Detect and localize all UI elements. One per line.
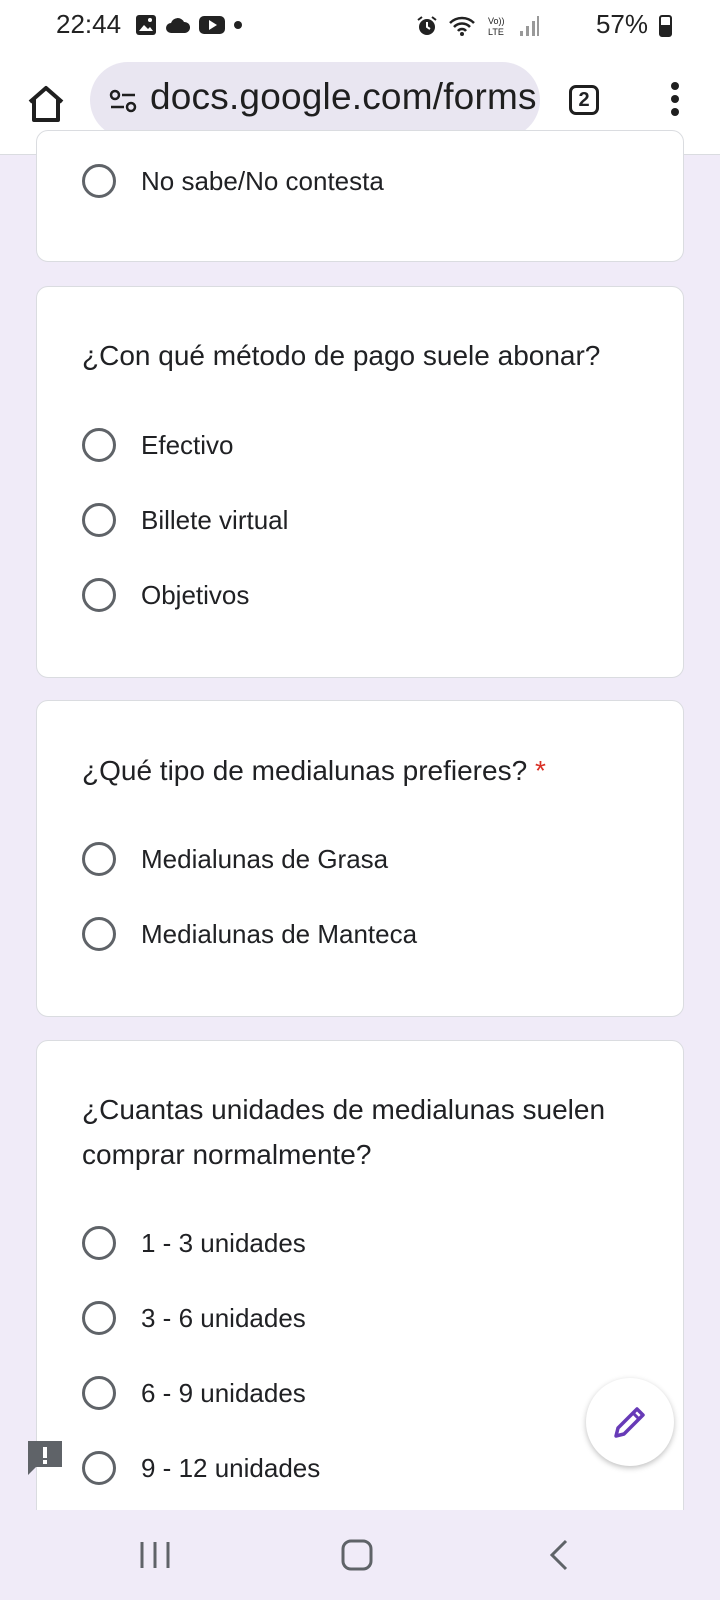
radio-button[interactable]: [82, 1301, 116, 1335]
system-icons: Vo)) LTE: [416, 14, 540, 38]
url-text[interactable]: docs.google.com/forms: [150, 76, 537, 118]
option-label: 1 - 3 unidades: [141, 1227, 306, 1258]
cloud-icon: [166, 18, 191, 33]
status-time: 22:44: [56, 9, 122, 39]
home-icon[interactable]: [22, 80, 70, 128]
pencil-icon: [614, 1407, 645, 1438]
youtube-icon: [199, 16, 225, 34]
required-mark: *: [534, 755, 546, 786]
radio-option[interactable]: Billete virtual: [82, 500, 288, 540]
question-card-payment: ¿Con qué método de pago suele abonar? Ef…: [36, 286, 684, 678]
option-label: Objetivos: [141, 579, 250, 610]
radio-button[interactable]: [82, 917, 116, 951]
option-label: Billete virtual: [141, 504, 289, 535]
site-settings-icon[interactable]: [108, 86, 138, 116]
recent-apps-icon[interactable]: [138, 1540, 172, 1570]
question-title: ¿Cuantas unidades de medialunas suelen c…: [82, 1094, 606, 1170]
wifi-icon: [449, 16, 475, 36]
question-title: ¿Con qué método de pago suele abonar?: [82, 340, 601, 371]
radio-button[interactable]: [82, 842, 116, 876]
url-bar[interactable]: docs.google.com/forms: [90, 62, 540, 138]
option-label: Efectivo: [141, 429, 234, 460]
radio-button[interactable]: [82, 428, 116, 462]
tab-switcher-button[interactable]: 2: [569, 85, 599, 115]
svg-text:LTE: LTE: [488, 27, 504, 37]
radio-button[interactable]: [82, 1226, 116, 1260]
radio-option[interactable]: Objetivos: [82, 575, 249, 615]
notification-icons: [135, 14, 243, 36]
more-menu-icon[interactable]: [660, 82, 690, 122]
radio-button[interactable]: [82, 1376, 116, 1410]
radio-option[interactable]: No sabe/No contesta: [82, 161, 384, 201]
radio-button[interactable]: [82, 1451, 116, 1485]
radio-option[interactable]: Medialunas de Manteca: [82, 914, 417, 954]
volte-icon: Vo))LTE: [488, 16, 505, 37]
radio-option[interactable]: 3 - 6 unidades: [82, 1298, 306, 1338]
radio-button[interactable]: [82, 164, 116, 198]
option-label: 3 - 6 unidades: [141, 1302, 306, 1333]
question-card-quantity: ¿Cuantas unidades de medialunas suelen c…: [36, 1040, 684, 1520]
option-label: No sabe/No contesta: [141, 165, 384, 196]
battery-icon: [659, 15, 672, 37]
question-card-partial: No sabe/No contesta: [36, 130, 684, 262]
battery-percent: 57%: [595, 9, 648, 39]
radio-button[interactable]: [82, 578, 116, 612]
radio-option[interactable]: 6 - 9 unidades: [82, 1373, 306, 1413]
radio-option[interactable]: 1 - 3 unidades: [82, 1223, 306, 1263]
report-abuse-icon[interactable]: [26, 1439, 64, 1477]
alarm-icon: [417, 16, 437, 35]
option-label: 6 - 9 unidades: [141, 1377, 306, 1408]
svg-text:Vo)): Vo)): [488, 16, 505, 26]
edit-button[interactable]: [586, 1378, 674, 1466]
dot-icon: [234, 21, 242, 29]
radio-option[interactable]: 9 - 12 unidades: [82, 1448, 320, 1488]
signal-icon: [520, 16, 539, 36]
system-nav-bar: [0, 1510, 720, 1600]
gallery-icon: [136, 15, 156, 35]
status-bar: 22:44 Vo)) LTE 57%: [0, 0, 720, 52]
question-card-type: ¿Qué tipo de medialunas prefieres? * Med…: [36, 700, 684, 1017]
radio-option[interactable]: Efectivo: [82, 425, 234, 465]
option-label: Medialunas de Grasa: [141, 843, 389, 874]
question-title: ¿Qué tipo de medialunas prefieres? *: [82, 748, 652, 793]
radio-option[interactable]: Medialunas de Grasa: [82, 839, 388, 879]
back-icon[interactable]: [546, 1538, 572, 1572]
home-nav-icon[interactable]: [340, 1538, 374, 1572]
question-text: ¿Qué tipo de medialunas prefieres?: [82, 755, 528, 786]
option-label: 9 - 12 unidades: [141, 1452, 321, 1483]
option-label: Medialunas de Manteca: [141, 918, 418, 949]
radio-button[interactable]: [82, 503, 116, 537]
